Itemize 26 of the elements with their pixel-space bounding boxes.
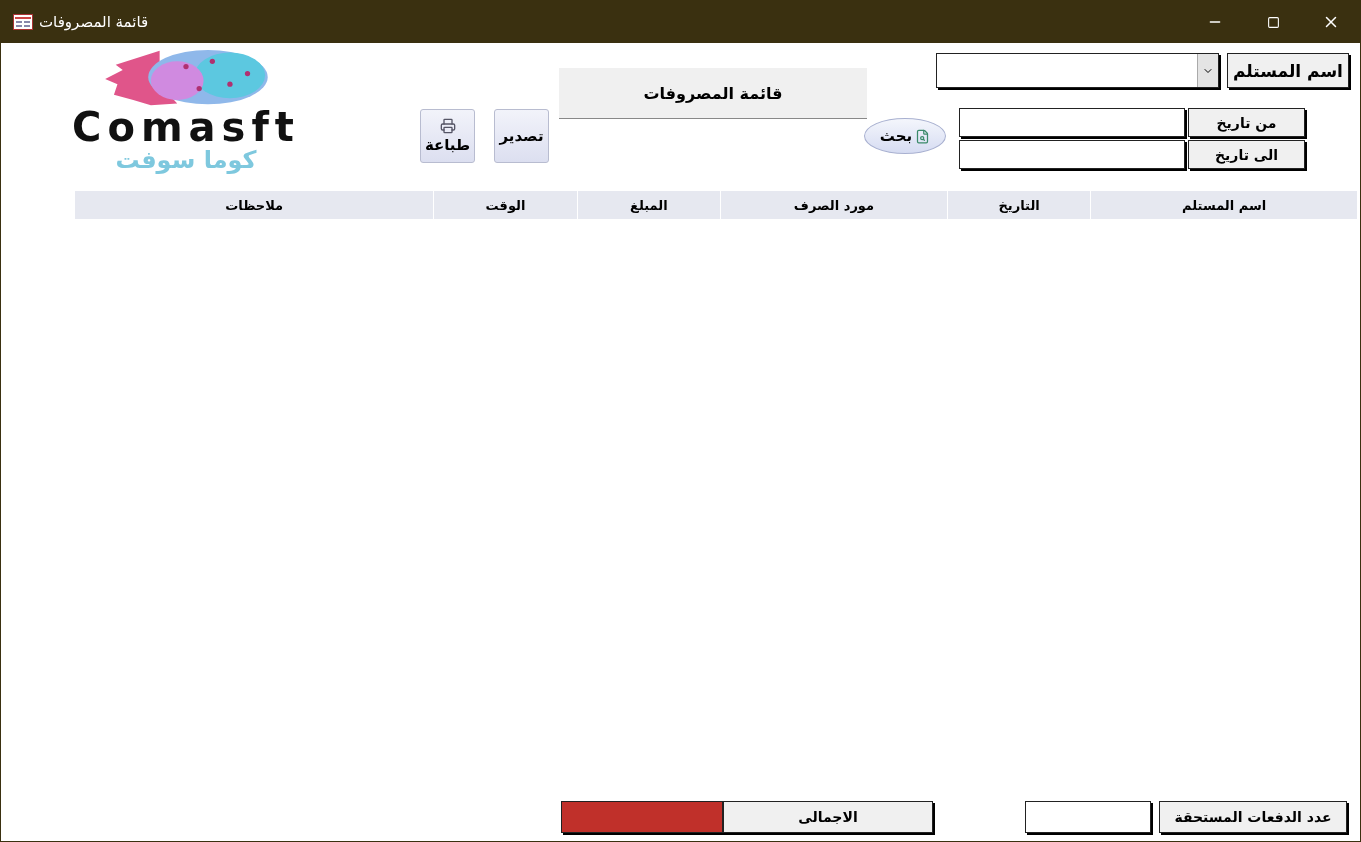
logo-name: Comasft bbox=[72, 107, 300, 147]
column-header: ملاحظات bbox=[74, 191, 434, 219]
from-date-field[interactable] bbox=[959, 108, 1185, 137]
recipient-dropdown[interactable] bbox=[936, 53, 1219, 88]
total-field[interactable] bbox=[561, 801, 723, 833]
to-date-field[interactable] bbox=[959, 140, 1185, 169]
window-title: قائمة المصروفات bbox=[39, 13, 149, 31]
column-header: اسم المستلم bbox=[1090, 191, 1357, 219]
from-date-label[interactable]: من تاريخ bbox=[1188, 108, 1305, 137]
column-header: الوقت bbox=[433, 191, 577, 219]
logo-subtitle: كوما سوفت bbox=[115, 147, 257, 173]
column-header: المبلغ bbox=[576, 191, 720, 219]
total-label[interactable]: الاجمالى bbox=[723, 801, 933, 833]
search-button[interactable]: بحث bbox=[864, 118, 946, 154]
printer-icon bbox=[439, 118, 456, 134]
window-icon bbox=[13, 14, 33, 30]
form-title: قائمة المصروفات bbox=[559, 68, 867, 119]
due-count-field[interactable] bbox=[1025, 801, 1151, 833]
search-icon bbox=[915, 128, 931, 144]
print-button[interactable]: طباعة bbox=[420, 109, 475, 163]
due-count-label[interactable]: عدد الدفعات المستحقة bbox=[1159, 801, 1347, 833]
column-header: التاريخ bbox=[946, 191, 1091, 219]
export-button[interactable]: تصدير bbox=[494, 109, 549, 163]
recipient-label[interactable]: اسم المستلم bbox=[1227, 53, 1349, 88]
column-header: مورد الصرف bbox=[720, 191, 947, 219]
to-date-label[interactable]: الى تاريخ bbox=[1188, 140, 1305, 169]
